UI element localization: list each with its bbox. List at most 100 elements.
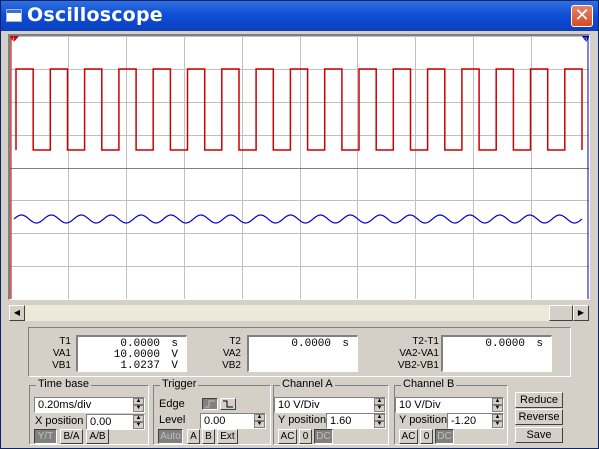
t2-t1-value: 0.0000 [485,338,525,350]
mode-yt-button[interactable]: Y/T [34,429,57,444]
channel-a-ypos-label: Y position [278,414,327,426]
spin-down-icon: ▼ [133,422,144,429]
channel-a-zero-button[interactable]: 0 [299,429,312,444]
t2-value: 0.0000 [291,338,331,350]
title-bar[interactable]: Oscilloscope ✕ [1,1,598,31]
spin-up-icon: ▲ [254,414,265,421]
t2-unit: s [342,338,349,350]
horizontal-scrollbar[interactable]: ◀ ▶ [9,305,589,321]
timebase-xpos-label: X position [35,415,84,427]
trigger-panel: Trigger Edge Level 0.00 ▲ ▼ Auto A B Ext [153,378,271,445]
spin-down-icon: ▼ [374,421,385,428]
spin-up-icon: ▲ [374,398,385,405]
t2-t1-unit: s [536,338,543,350]
t1-label: T1 [59,336,71,347]
scroll-left-button[interactable]: ◀ [9,305,25,321]
window-icon [6,9,22,22]
channel-a-panel: Channel A 10 V/Div ▲ ▼ Y position 1.60 ▲ ▼… [273,378,389,445]
trigger-a-button[interactable]: A [187,429,200,444]
xpos-spinner[interactable]: ▲ ▼ [133,415,144,429]
t2-label: T2 [229,336,241,347]
channel-a-ac-button[interactable]: AC [278,429,297,444]
vb1-value: 1.0237 [120,360,160,372]
scope-display: 1 2 [8,34,590,300]
channel-b-panel: Channel B 10 V/Div ▲ ▼ Y position -1.20 ▲… [394,378,508,445]
oscilloscope-window: Oscilloscope ✕ 1 2 ◀ ▶ T1 VA1 VB1 0.0000… [0,0,599,449]
channel-b-legend: Channel B [401,378,457,390]
vb1-label: VB1 [52,360,71,371]
channel-b-zero-button[interactable]: 0 [420,429,433,444]
trigger-ext-button[interactable]: Ext [217,429,238,444]
channel-a-dc-button[interactable]: DC [314,429,333,444]
timebase-spinner[interactable]: ▲ ▼ [133,398,144,412]
close-button[interactable]: ✕ [571,5,593,27]
falling-edge-icon [223,400,233,408]
timebase-legend: Time base [36,378,91,390]
scroll-thumb[interactable] [549,305,573,321]
mode-ab-button[interactable]: A/B [86,429,109,444]
spin-down-icon: ▼ [492,421,503,428]
trigger-legend: Trigger [160,378,199,390]
channel-a-legend: Channel A [280,378,335,390]
vb1-unit: V [171,360,178,372]
trigger-level-label: Level [159,414,186,426]
mode-ba-button[interactable]: B/A [60,429,83,444]
save-button[interactable]: Save [515,427,563,443]
vb2-vb1-label: VB2-VB1 [397,360,439,371]
channel-b-trace [13,214,583,224]
channel-b-scale-value: 10 V/Div [399,399,441,411]
channel-b-ypos-value: -1.20 [451,415,477,427]
scope-grid-and-traces: 1 2 [10,36,589,299]
trigger-level-value: 0.00 [204,415,226,427]
trigger-level-input[interactable]: 0.00 ▲ ▼ [200,413,266,429]
timebase-panel: Time base 0.20ms/div ▲ ▼ X position 0.00 … [29,378,149,445]
channel-b-ypos-spinner[interactable]: ▲ ▼ [492,414,503,428]
spin-up-icon: ▲ [492,398,503,405]
scope-grid [10,36,589,299]
channel-a-scale-value: 10 V/Div [278,399,320,411]
spin-up-icon: ▲ [492,414,503,421]
cursor1-readout-box: 0.0000 s 10.0000 V 1.0237 V [76,335,187,372]
channel-a-trace [15,68,583,151]
rising-edge-button[interactable] [202,398,218,410]
t2-t1-label: T2-T1 [412,336,439,347]
rising-edge-icon [205,400,215,408]
scroll-right-button[interactable]: ▶ [573,305,589,321]
spin-down-icon: ▼ [492,405,503,412]
spin-up-icon: ▲ [133,415,144,422]
reduce-button[interactable]: Reduce [515,392,563,408]
timebase-scale-input[interactable]: 0.20ms/div ▲ ▼ [34,397,145,413]
timebase-xpos-value: 0.00 [90,416,112,428]
channel-a-ypos-input[interactable]: 1.60 ▲ ▼ [326,413,386,429]
channel-b-ypos-input[interactable]: -1.20 ▲ ▼ [447,413,504,429]
cursor-1-marker[interactable]: 1 [10,36,19,299]
channel-a-scale-spinner[interactable]: ▲ ▼ [374,398,385,412]
channel-b-dc-button[interactable]: DC [435,429,454,444]
cursor2-readout-box: 0.0000 s [247,335,358,372]
trigger-edge-label: Edge [159,398,185,410]
channel-a-ypos-spinner[interactable]: ▲ ▼ [374,414,385,428]
channel-b-scale-input[interactable]: 10 V/Div ▲ ▼ [395,397,504,413]
reverse-button[interactable]: Reverse [515,409,563,425]
spin-down-icon: ▼ [374,405,385,412]
va2-va1-label: VA2-VA1 [399,348,439,359]
channel-b-ypos-label: Y position [399,414,448,426]
spin-down-icon: ▼ [254,421,265,428]
channel-a-scale-input[interactable]: 10 V/Div ▲ ▼ [274,397,386,413]
window-title: Oscilloscope [27,4,163,26]
timebase-scale-value: 0.20ms/div [38,399,92,411]
spin-down-icon: ▼ [133,405,144,412]
spin-up-icon: ▲ [133,398,144,405]
cursor-2-marker[interactable]: 2 [582,36,589,299]
va2-label: VA2 [222,348,241,359]
channel-b-scale-spinner[interactable]: ▲ ▼ [492,398,503,412]
vb2-label: VB2 [222,360,241,371]
level-spinner[interactable]: ▲ ▼ [254,414,265,428]
trigger-auto-button[interactable]: Auto [158,429,183,444]
trigger-b-button[interactable]: B [202,429,215,444]
channel-b-ac-button[interactable]: AC [399,429,418,444]
va1-label: VA1 [52,348,71,359]
cursor-readouts: T1 VA1 VB1 0.0000 s 10.0000 V 1.0237 V T2 V… [28,327,571,377]
timebase-xpos-input[interactable]: 0.00 ▲ ▼ [86,414,145,430]
falling-edge-button[interactable] [220,398,236,410]
